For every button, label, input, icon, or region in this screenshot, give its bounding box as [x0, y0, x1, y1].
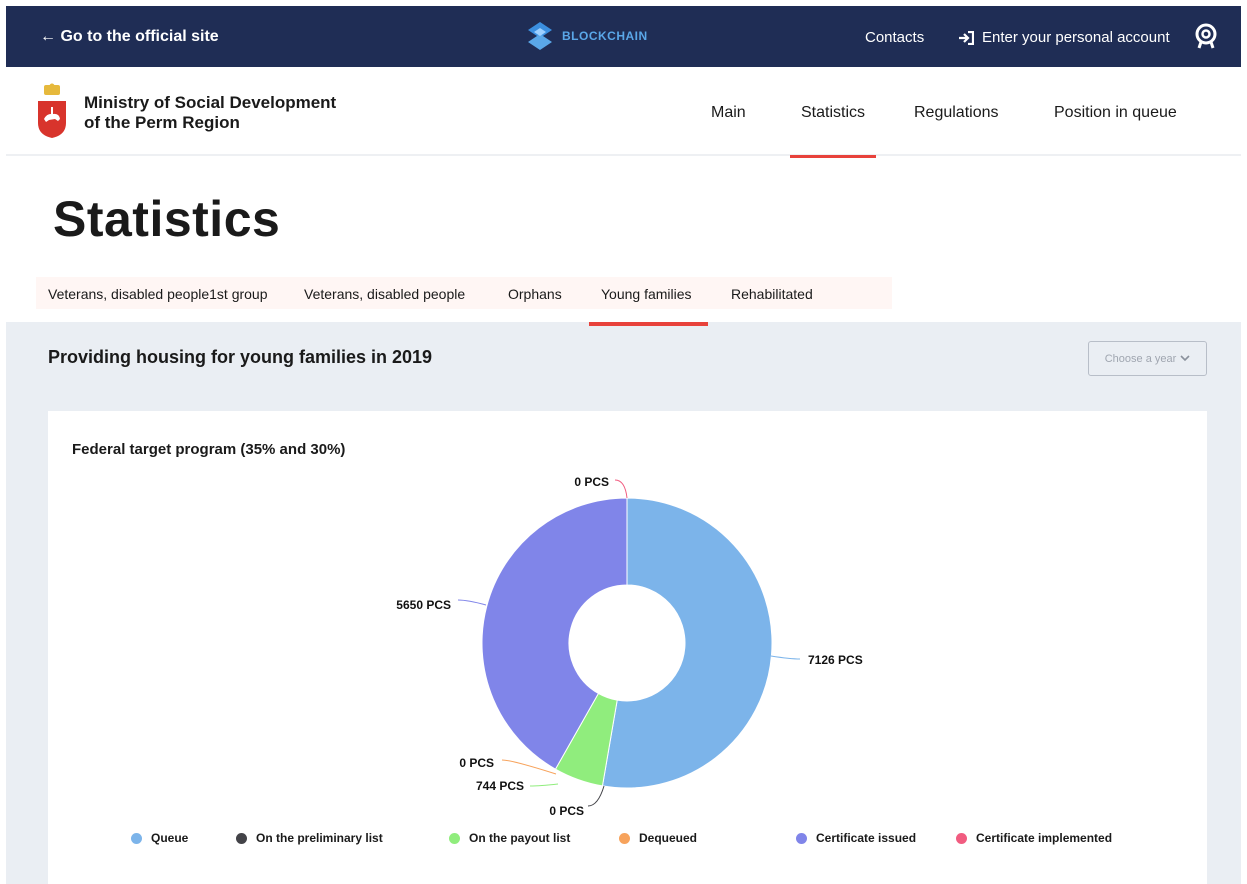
data-label-dequeued: 0 PCS	[459, 756, 494, 770]
legend-dequeued[interactable]: Dequeued	[619, 831, 697, 845]
legend-dot-implemented	[956, 832, 967, 844]
data-label-queue: 7126 PCS	[808, 653, 863, 667]
legend-dot-dequeued	[619, 832, 630, 844]
legend-preliminary-list[interactable]: On the preliminary list	[236, 831, 383, 845]
data-label-certificate-implemented: 0 PCS	[574, 475, 609, 489]
legend-dot-payout	[449, 832, 460, 844]
legend-certificate-implemented[interactable]: Certificate implemented	[956, 831, 1112, 845]
legend-label-queue: Queue	[151, 831, 189, 845]
connector-queue	[770, 655, 801, 660]
legend-dot-queue	[131, 832, 142, 844]
legend-label-implemented: Certificate implemented	[976, 831, 1113, 845]
connector-on-the-preliminary-list	[587, 785, 605, 807]
legend-queue[interactable]: Queue	[131, 831, 188, 845]
legend-label-dequeued: Dequeued	[639, 831, 698, 845]
connector-certificate-issued	[457, 599, 487, 606]
data-label-on-the-payout-list: 744 PCS	[476, 779, 524, 793]
connector-on-the-payout-list	[529, 783, 559, 787]
legend-dot-preliminary	[236, 832, 247, 844]
slice-queue[interactable]	[601, 497, 773, 789]
legend-label-issued: Certificate issued	[816, 831, 917, 845]
donut-chart: 7126 PCS 0 PCS 744 PCS 0 PCS 5650 PCS 0 PCS	[396, 475, 863, 818]
connector-certificate-implemented	[614, 479, 628, 499]
legend-label-preliminary: On the preliminary list	[256, 831, 383, 845]
data-label-certificate-issued: 5650 PCS	[396, 598, 451, 612]
legend-dot-issued	[796, 832, 807, 844]
legend-label-payout: On the payout list	[469, 831, 571, 845]
legend-certificate-issued[interactable]: Certificate issued	[796, 831, 916, 845]
data-label-on-the-preliminary-list: 0 PCS	[549, 804, 584, 818]
legend-payout-list[interactable]: On the payout list	[449, 831, 570, 845]
